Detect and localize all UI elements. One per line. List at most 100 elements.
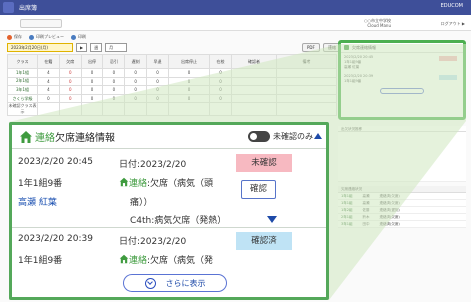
entry-message-tag: 連絡 <box>129 179 148 189</box>
collapse-icon[interactable] <box>314 133 322 139</box>
next-day-button[interactable]: ▶ <box>76 43 88 52</box>
table-row[interactable]: さくら学級 0 0 0 0 0 0 0 0 <box>7 93 337 104</box>
list-item-status: 連絡済(欠席) <box>379 214 400 219</box>
cell <box>231 76 277 87</box>
table-row[interactable]: 1年1組 4 0 0 0 0 0 0 0 <box>7 68 337 78</box>
list-item-class: 2年1組 <box>341 214 353 219</box>
preview-button[interactable]: 印刷プレビュー <box>29 34 64 40</box>
confirmed-badge: 確認済 <box>236 232 292 250</box>
cell: 0 <box>102 76 126 87</box>
app-header-bar: 出席簿 EDUCOM <box>0 0 471 15</box>
month-button[interactable]: 月 <box>105 43 128 52</box>
cell: 0 <box>167 85 211 95</box>
cell: 0 <box>80 85 104 95</box>
mini-unconfirmed-badge <box>439 56 457 61</box>
save-button[interactable]: 保存 <box>7 34 22 40</box>
entry-message-continued: 痛）） <box>130 198 153 208</box>
confirm-button[interactable]: 確認 <box>241 180 276 199</box>
unconfirmed-only-toggle[interactable] <box>248 131 270 142</box>
list-item[interactable]: 1年1組 高瀬 連絡済(欠席) <box>338 200 466 207</box>
cell <box>124 102 148 117</box>
home-contact-icon <box>119 254 129 264</box>
table-row[interactable]: 2年1組 4 0 0 0 0 0 0 0 <box>7 76 337 87</box>
table-row[interactable]: 未確認クラス表示 <box>7 102 337 117</box>
entry-date: 日付:2023/2/20 <box>119 160 187 170</box>
list-item-class: 1年1組 <box>341 193 353 198</box>
cell: 0 <box>167 68 211 78</box>
list-item[interactable]: 2年1組 鈴木 連絡済(欠席) <box>338 214 466 221</box>
hamburger-menu-icon[interactable] <box>3 2 14 13</box>
preview-label: 印刷プレビュー <box>36 34 64 39</box>
show-more-button[interactable]: さらに表示 <box>123 274 227 292</box>
grid-header: 忌引 <box>102 54 126 69</box>
entry-message: 連絡:欠席（病気（発 <box>119 253 213 266</box>
cell <box>167 102 211 117</box>
entry-date: 日付:2023/2/20 <box>119 237 187 247</box>
list-item[interactable]: 1年2組 佐藤 連絡済(遅刻) <box>338 207 466 214</box>
cell <box>231 68 277 78</box>
attendance-grid: クラス 在籍 欠席 出停 忌引 遅刻 早退 出席停止 在校 確認者 備考 1年1… <box>7 54 337 117</box>
cell <box>231 102 277 117</box>
pdf-button[interactable]: PDF <box>302 43 320 52</box>
grid-header: 確認者 <box>231 54 277 69</box>
list-item-status: 連絡済(欠席) <box>379 193 400 198</box>
cell: 0 <box>102 85 126 95</box>
cell <box>231 85 277 95</box>
cell: 0 <box>167 93 211 104</box>
cell: 0 <box>80 76 104 87</box>
entry-detail: C4th:病気欠席（発熱） <box>130 216 227 226</box>
row-label: 1年1組 <box>7 68 38 78</box>
chart-area <box>338 132 466 182</box>
grid-header: 在籍 <box>37 54 60 69</box>
cell: 0 <box>146 85 169 95</box>
entry-message: 連絡:欠席（病気（頭 <box>119 176 213 189</box>
panel-title: 連絡欠席連絡情報 <box>35 129 115 144</box>
unconfirmed-class-button[interactable]: 未確認クラス表示 <box>7 102 38 117</box>
entry-message-tag: 連絡 <box>129 256 148 266</box>
grid-header: 欠席 <box>58 54 82 69</box>
date-selector: 2023年2月20日(月) ▶ 週 月 <box>7 43 128 52</box>
entry-datetime: 2023/2/20 20:45 <box>18 157 93 167</box>
cell: 4 <box>37 68 60 78</box>
list-item-name: 高瀬 <box>362 200 370 205</box>
list-item-class: 1年1組 <box>341 200 353 205</box>
absence-entry: 2023/2/20 20:45 1年1組9番 高瀬 紅葉 日付:2023/2/2… <box>12 149 326 226</box>
entry-class-number: 1年1組9番 <box>18 256 63 266</box>
week-button[interactable]: 週 <box>90 43 103 52</box>
cell: 0 <box>209 85 232 95</box>
preview-icon <box>29 34 34 40</box>
grid-header: 早退 <box>146 54 169 69</box>
school-year-chip[interactable] <box>20 19 62 28</box>
cell <box>276 102 337 117</box>
absence-info-widget-mini: 欠席連絡情報 2023/2/20 20:45 1年1組9番 高瀬 紅葉 2023… <box>338 40 466 120</box>
mini-entry: 2023/2/20 20:45 1年1組9番 高瀬 紅葉 <box>341 53 463 72</box>
save-label: 保存 <box>14 34 22 39</box>
panel-title-tag: 連絡 <box>35 132 55 144</box>
contact-status-header: 欠席連絡状況 <box>338 186 466 193</box>
cell: 0 <box>102 93 126 104</box>
mini-more-button[interactable] <box>380 88 424 94</box>
table-row[interactable]: 3年1組 4 0 0 0 0 0 0 0 <box>7 85 337 95</box>
expand-icon[interactable] <box>267 216 277 223</box>
cell: 0 <box>146 68 169 78</box>
user-info: ○○市立中学校 Cloud Manu <box>364 18 391 28</box>
entry-student-name[interactable]: 高瀬 紅葉 <box>18 195 57 208</box>
list-item[interactable]: 1年1組 高瀬 連絡済(欠席) <box>338 193 466 200</box>
date-field[interactable]: 2023年2月20日(月) <box>7 43 73 52</box>
cell: 0 <box>209 68 232 78</box>
grid-header: 在校 <box>209 54 232 69</box>
show-more-label: さらに表示 <box>165 278 206 288</box>
user-account: Cloud Manu <box>367 23 391 28</box>
list-item-class: 1年2組 <box>341 207 353 212</box>
print-button[interactable]: 印刷 <box>71 34 86 40</box>
cell: 0 <box>58 85 82 95</box>
row-label: 3年1組 <box>7 85 38 95</box>
list-item-status: 連絡済(欠席) <box>379 200 400 205</box>
row-label: さくら学級 <box>7 93 38 104</box>
cell <box>276 76 337 87</box>
list-item[interactable]: 3年1組 田中 連絡済(欠席) <box>338 221 466 228</box>
cell <box>146 102 169 117</box>
cell: 0 <box>146 93 169 104</box>
cell: 0 <box>124 93 148 104</box>
logout-link[interactable]: ログアウト ▶ <box>441 21 465 27</box>
